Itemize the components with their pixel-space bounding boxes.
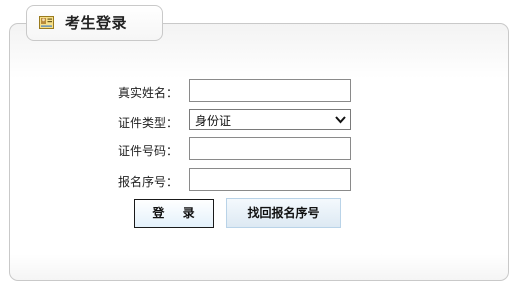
id-number-input[interactable] xyxy=(189,137,351,160)
real-name-row: 真实姓名： xyxy=(110,79,370,103)
real-name-input[interactable] xyxy=(189,79,351,102)
id-type-selected-value: 身份证 xyxy=(195,114,232,128)
login-button[interactable]: 登 录 xyxy=(134,199,214,228)
id-type-label: 证件类型： xyxy=(118,116,179,130)
reg-number-label: 报名序号： xyxy=(118,175,179,189)
chevron-down-icon[interactable] xyxy=(334,114,347,125)
reg-number-row: 报名序号： xyxy=(110,168,370,192)
id-type-select[interactable]: 身份证 xyxy=(189,109,351,130)
id-number-label: 证件号码： xyxy=(118,144,179,158)
reg-number-input[interactable] xyxy=(189,168,351,191)
recover-reg-number-button[interactable]: 找回报名序号 xyxy=(226,198,341,228)
panel-title: 考生登录 xyxy=(65,14,128,32)
real-name-label: 真实姓名： xyxy=(118,86,179,100)
id-type-row: 证件类型： 身份证 xyxy=(110,109,370,133)
id-number-row: 证件号码： xyxy=(110,137,370,161)
id-card-icon xyxy=(39,16,54,29)
